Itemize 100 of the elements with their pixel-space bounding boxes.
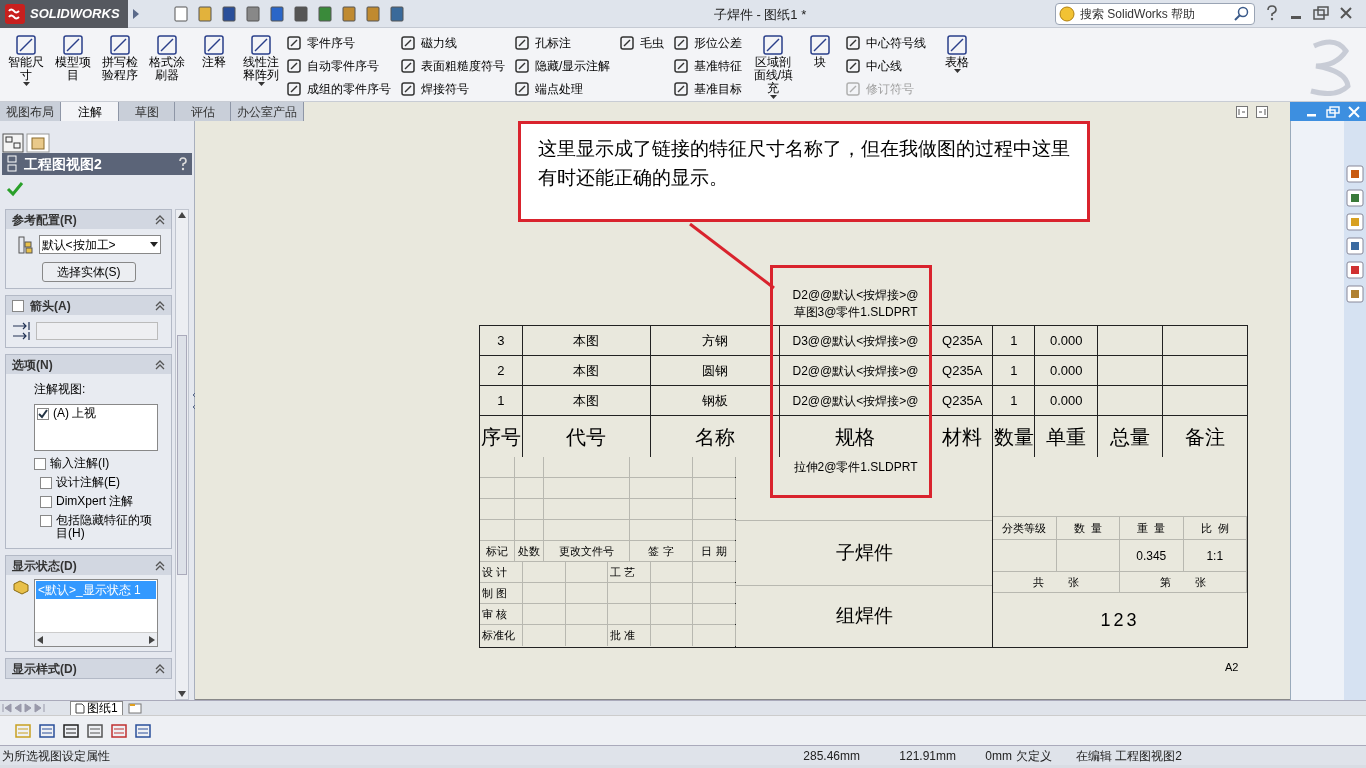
ribbon-button[interactable]: 中心线 <box>845 57 927 75</box>
checkbox[interactable] <box>40 496 52 508</box>
toolbar-icon[interactable] <box>388 4 406 23</box>
checkmark-icon[interactable] <box>6 181 24 197</box>
section-header[interactable]: 显示样式(D) <box>6 659 171 678</box>
tool-icon <box>845 58 862 74</box>
toolbar-icon[interactable] <box>364 4 382 23</box>
table-cell: 本图 <box>573 392 600 408</box>
ribbon-button[interactable]: 线性注释阵列 <box>239 34 283 86</box>
horizontal-scrollbar[interactable] <box>35 632 157 646</box>
ribbon-button[interactable]: 零件序号 <box>286 34 391 52</box>
checkbox[interactable] <box>12 299 24 312</box>
search-field[interactable]: 搜索 SolidWorks 帮助 <box>1055 3 1255 25</box>
section-header[interactable]: 显示状态(D) <box>6 556 171 575</box>
tool-icon <box>673 58 690 74</box>
checkbox[interactable] <box>34 458 46 470</box>
ribbon-button[interactable]: 孔标注 <box>514 34 611 52</box>
ribbon-button[interactable]: 基准目标 <box>673 80 743 98</box>
arrow-attachment-icon <box>12 321 32 341</box>
section-header[interactable]: 选项(N) <box>6 355 171 374</box>
layer-toolbar-icon[interactable] <box>38 721 56 740</box>
ribbon-button[interactable]: 模型项目 <box>51 34 95 82</box>
toolbar-icon[interactable] <box>340 4 358 23</box>
checkbox-option[interactable]: 设计注解(E) <box>6 476 171 489</box>
arrow-field[interactable] <box>36 322 158 340</box>
panel-toggle-icon[interactable] <box>1256 105 1268 118</box>
checkbox-option[interactable]: DimXpert 注解 <box>6 495 171 508</box>
close-icon[interactable] <box>1339 6 1353 20</box>
checkbox-option[interactable]: (A) 上视 <box>37 407 155 420</box>
ribbon-button[interactable]: 毛虫 <box>619 34 665 52</box>
restore-icon[interactable] <box>1313 6 1329 20</box>
display-state-icon <box>12 579 30 595</box>
ribbon-button[interactable]: 端点处理 <box>514 80 611 98</box>
task-pane-icon[interactable] <box>1346 237 1364 255</box>
ribbon-tab[interactable]: 注解 <box>61 102 119 121</box>
ribbon-button[interactable]: 注释 <box>192 34 236 69</box>
checkbox-option[interactable]: 包括隐藏特征的项目(H) <box>6 514 171 540</box>
restore-icon[interactable] <box>1326 105 1340 118</box>
ribbon-button[interactable]: 中心符号线 <box>845 34 927 52</box>
ribbon-button[interactable]: 块 <box>798 34 843 69</box>
sheet-tab[interactable]: 图纸1 <box>70 700 123 716</box>
layer-toolbar-icon[interactable] <box>134 721 152 740</box>
toolbar-icon[interactable] <box>220 4 238 23</box>
toolbar-icon[interactable] <box>268 4 286 23</box>
checkbox[interactable] <box>37 408 49 420</box>
ribbon-button[interactable]: 成组的零件序号 <box>286 80 391 98</box>
ribbon-button[interactable]: 表格 <box>935 34 980 73</box>
section-title: 箭头(A) <box>30 297 72 315</box>
property-manager-icon[interactable] <box>26 133 50 153</box>
caret-icon <box>22 82 30 86</box>
panel-toggle-icon[interactable] <box>1236 105 1248 118</box>
title-block-label: 分类等级 <box>1002 520 1047 536</box>
title-block-label: 比 例 <box>1200 520 1229 536</box>
ribbon-button[interactable]: 拼写检验程序 <box>98 34 142 82</box>
feature-tree-icon[interactable] <box>2 133 24 153</box>
task-pane-icon[interactable] <box>1346 189 1364 207</box>
collapse-icon <box>155 560 165 571</box>
scroll-left-icon <box>37 635 43 644</box>
checkbox-option[interactable]: 输入注解(I) <box>6 457 171 470</box>
task-pane-icon[interactable] <box>1346 165 1364 183</box>
toolbar-icon[interactable] <box>172 4 190 23</box>
ribbon-button[interactable]: 隐藏/显示注解 <box>514 57 611 75</box>
title-block-value: 0.345 <box>1136 547 1167 565</box>
ribbon-button[interactable]: 表面粗糙度符号 <box>400 57 505 75</box>
checkbox[interactable] <box>40 477 52 489</box>
add-sheet-icon[interactable] <box>126 702 143 714</box>
ribbon-button[interactable]: 磁力线 <box>400 34 505 52</box>
checkbox[interactable] <box>40 515 52 527</box>
tool-icon <box>62 34 84 56</box>
title-block-label: 批 准 <box>610 628 636 644</box>
ribbon-button[interactable]: 格式涂刷器 <box>145 34 189 82</box>
toolbar-icon[interactable] <box>196 4 214 23</box>
toolbar-icon[interactable] <box>292 4 310 23</box>
layer-toolbar-icon[interactable] <box>110 721 128 740</box>
search-icon[interactable] <box>1234 6 1250 22</box>
ribbon-button[interactable]: 焊接符号 <box>400 80 505 98</box>
layer-toolbar-icon[interactable] <box>62 721 80 740</box>
task-pane-icon[interactable] <box>1346 213 1364 231</box>
section-header[interactable]: 箭头(A) <box>6 296 171 315</box>
ribbon-button[interactable]: 自动零件序号 <box>286 57 391 75</box>
expand-arrow-icon[interactable] <box>132 8 140 19</box>
ribbon-button[interactable]: 区域剖面线/填充 <box>751 34 796 99</box>
task-pane-icon[interactable] <box>1346 285 1364 303</box>
toolbar-icon[interactable] <box>316 4 334 23</box>
configuration-dropdown[interactable]: 默认<按加工> <box>38 235 161 254</box>
tool-icon <box>15 34 37 56</box>
layer-toolbar-icon[interactable] <box>86 721 104 740</box>
title-block-label: 标记 <box>486 543 508 559</box>
vertical-scrollbar[interactable] <box>175 209 189 700</box>
drawing-view-icon <box>6 155 20 173</box>
toolbar-icon[interactable] <box>244 4 262 23</box>
task-pane-icon[interactable] <box>1346 261 1364 279</box>
ribbon-button[interactable]: 智能尺寸 <box>4 34 48 86</box>
section-header[interactable]: 参考配置(R) <box>6 210 171 229</box>
drawing-number: 123 <box>1100 608 1140 632</box>
ribbon-button[interactable]: 基准特征 <box>673 57 743 75</box>
annotation-view-list[interactable]: (A) 上视 <box>34 404 158 451</box>
ribbon-button[interactable]: 形位公差 <box>673 34 743 52</box>
select-bodies-button[interactable]: 选择实体(S) <box>41 262 136 282</box>
status-edit-mode: 在编辑 工程图视图2 <box>1075 747 1182 765</box>
